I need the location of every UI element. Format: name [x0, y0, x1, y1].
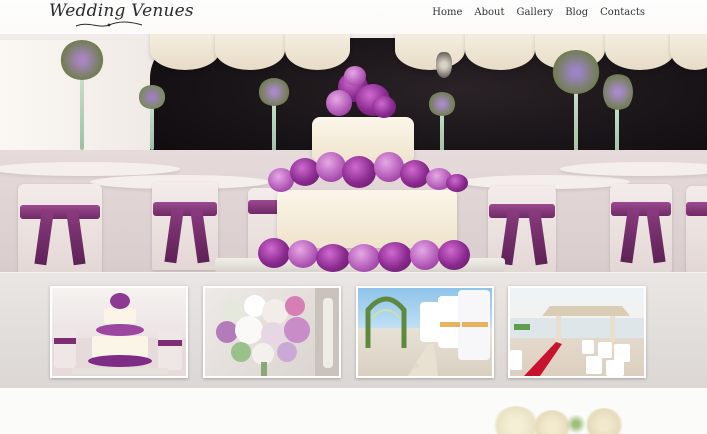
aisle-thumbnail[interactable]	[356, 286, 494, 378]
drape	[465, 30, 535, 70]
drape	[285, 30, 350, 70]
centerpiece-flowers	[428, 92, 456, 116]
decor-leaf	[566, 414, 586, 434]
chair-sash	[686, 202, 707, 216]
aisle-thumbnail-image	[365, 290, 490, 376]
cake-flower	[344, 66, 366, 86]
drape	[605, 30, 675, 70]
cake-flower	[446, 174, 468, 192]
cake-thumbnail[interactable]	[50, 286, 188, 378]
chair-sash	[20, 205, 100, 219]
main-nav: Home About Gallery Blog Contacts	[420, 7, 645, 18]
cake-flower	[348, 244, 380, 272]
decor-rose	[584, 408, 624, 434]
chair-sash	[489, 204, 555, 218]
table-top	[0, 162, 180, 176]
drape	[395, 30, 465, 70]
chair-sash	[153, 202, 217, 216]
bouquet-thumbnail[interactable]	[203, 286, 341, 378]
cake-flower	[372, 96, 396, 118]
gazebo-thumbnail[interactable]	[508, 286, 646, 378]
logo-swash-icon	[75, 21, 143, 27]
site-logo[interactable]: Wedding Venues	[49, 1, 194, 21]
cake-flower	[342, 156, 376, 188]
centerpiece-flowers	[552, 50, 600, 94]
centerpiece-flowers	[603, 72, 633, 112]
nav-gallery[interactable]: Gallery	[516, 7, 553, 18]
nav-about[interactable]: About	[474, 7, 504, 18]
cake-flower	[400, 160, 430, 188]
chair-sash	[248, 200, 280, 214]
bouquet-thumbnail-image	[216, 288, 339, 376]
cake-thumbnail-image	[52, 293, 186, 376]
centerpiece-flowers	[138, 85, 166, 109]
cake-flower	[326, 90, 352, 116]
content-area	[0, 388, 707, 434]
gazebo-thumbnail-image	[510, 306, 644, 376]
cake-flower	[258, 238, 290, 268]
cake-flower	[410, 240, 440, 270]
gallery-strip	[0, 272, 707, 388]
site-header: Wedding Venues Home About Gallery Blog C…	[0, 0, 707, 34]
cake-flower	[316, 152, 346, 182]
chair	[686, 186, 707, 272]
cake-flower	[316, 244, 350, 272]
chair-sash	[611, 202, 671, 216]
chandelier	[436, 52, 452, 78]
nav-blog[interactable]: Blog	[565, 7, 588, 18]
cake-flower	[438, 240, 470, 270]
cake-flower	[288, 240, 318, 268]
nav-contacts[interactable]: Contacts	[600, 7, 645, 18]
centerpiece-vase	[80, 70, 84, 150]
cake-flower	[378, 242, 412, 272]
centerpiece-flowers	[258, 78, 290, 106]
drape	[150, 30, 220, 70]
drape	[215, 30, 285, 70]
chair	[18, 184, 102, 272]
nav-home[interactable]: Home	[432, 7, 462, 18]
hero-banner	[0, 0, 707, 272]
table-top	[560, 162, 707, 176]
centerpiece-flowers	[60, 40, 104, 80]
